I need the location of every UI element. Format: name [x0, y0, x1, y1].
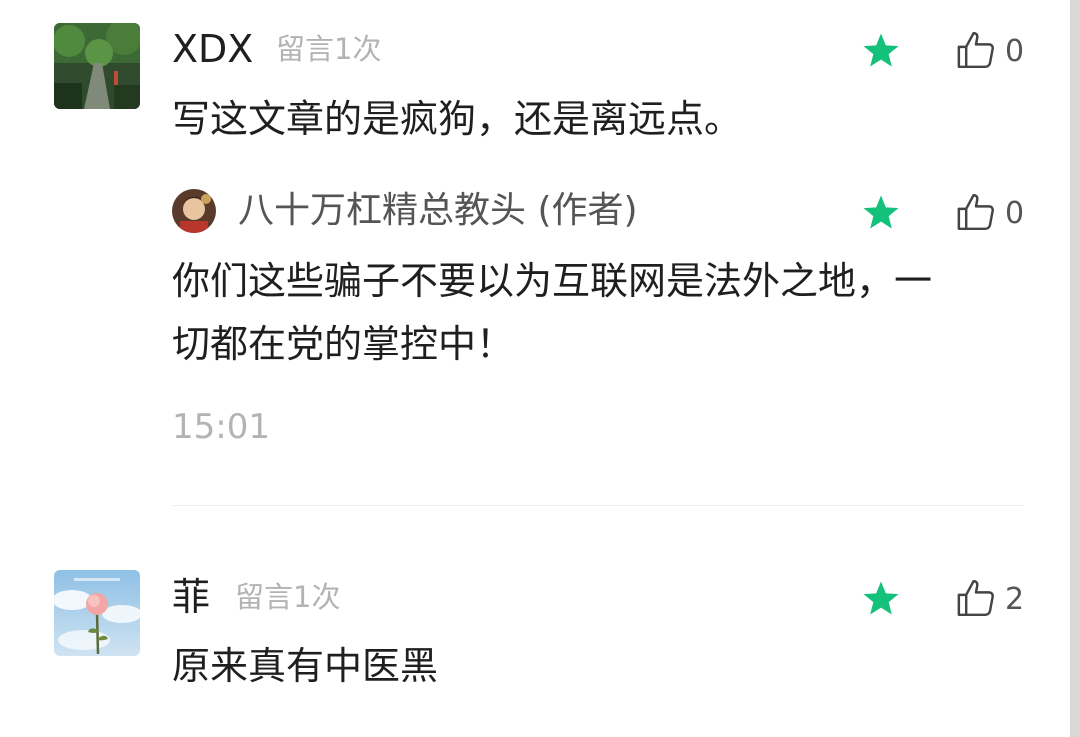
divider	[172, 505, 1024, 506]
comment-author[interactable]: XDX	[172, 30, 253, 68]
message-count: 留言1次	[276, 32, 382, 66]
thumbs-up-icon[interactable]	[955, 577, 997, 619]
reply-text-line: 切都在党的掌控中！	[172, 322, 515, 366]
reply-author[interactable]: 八十万杠精总教头 (作者)	[238, 193, 638, 229]
star-icon[interactable]	[860, 579, 902, 619]
like-count: 0	[1005, 196, 1025, 231]
thumbs-up-icon[interactable]	[955, 191, 997, 233]
star-icon[interactable]	[860, 193, 902, 233]
avatar[interactable]	[54, 23, 140, 109]
avatar[interactable]	[54, 570, 140, 656]
reply-text-line: 你们这些骗子不要以为互联网是法外之地，一	[172, 259, 933, 303]
message-count: 留言1次	[235, 580, 341, 614]
like-count: 2	[1005, 582, 1025, 617]
comment-author[interactable]: 菲	[172, 578, 210, 616]
comment-time: 15:01	[172, 407, 270, 447]
star-icon[interactable]	[860, 31, 902, 71]
like-count: 0	[1005, 34, 1025, 69]
scrollbar[interactable]	[1070, 0, 1080, 737]
thumbs-up-icon[interactable]	[955, 29, 997, 71]
comments-page: XDX 留言1次 写这文章的是疯狗，还是离远点。 0 八十万杠精总教头 (作者)	[0, 0, 1080, 737]
reply-avatar[interactable]	[172, 189, 216, 233]
comment-text: 写这文章的是疯狗，还是离远点。	[172, 97, 743, 141]
comment-text: 原来真有中医黑	[172, 644, 439, 688]
